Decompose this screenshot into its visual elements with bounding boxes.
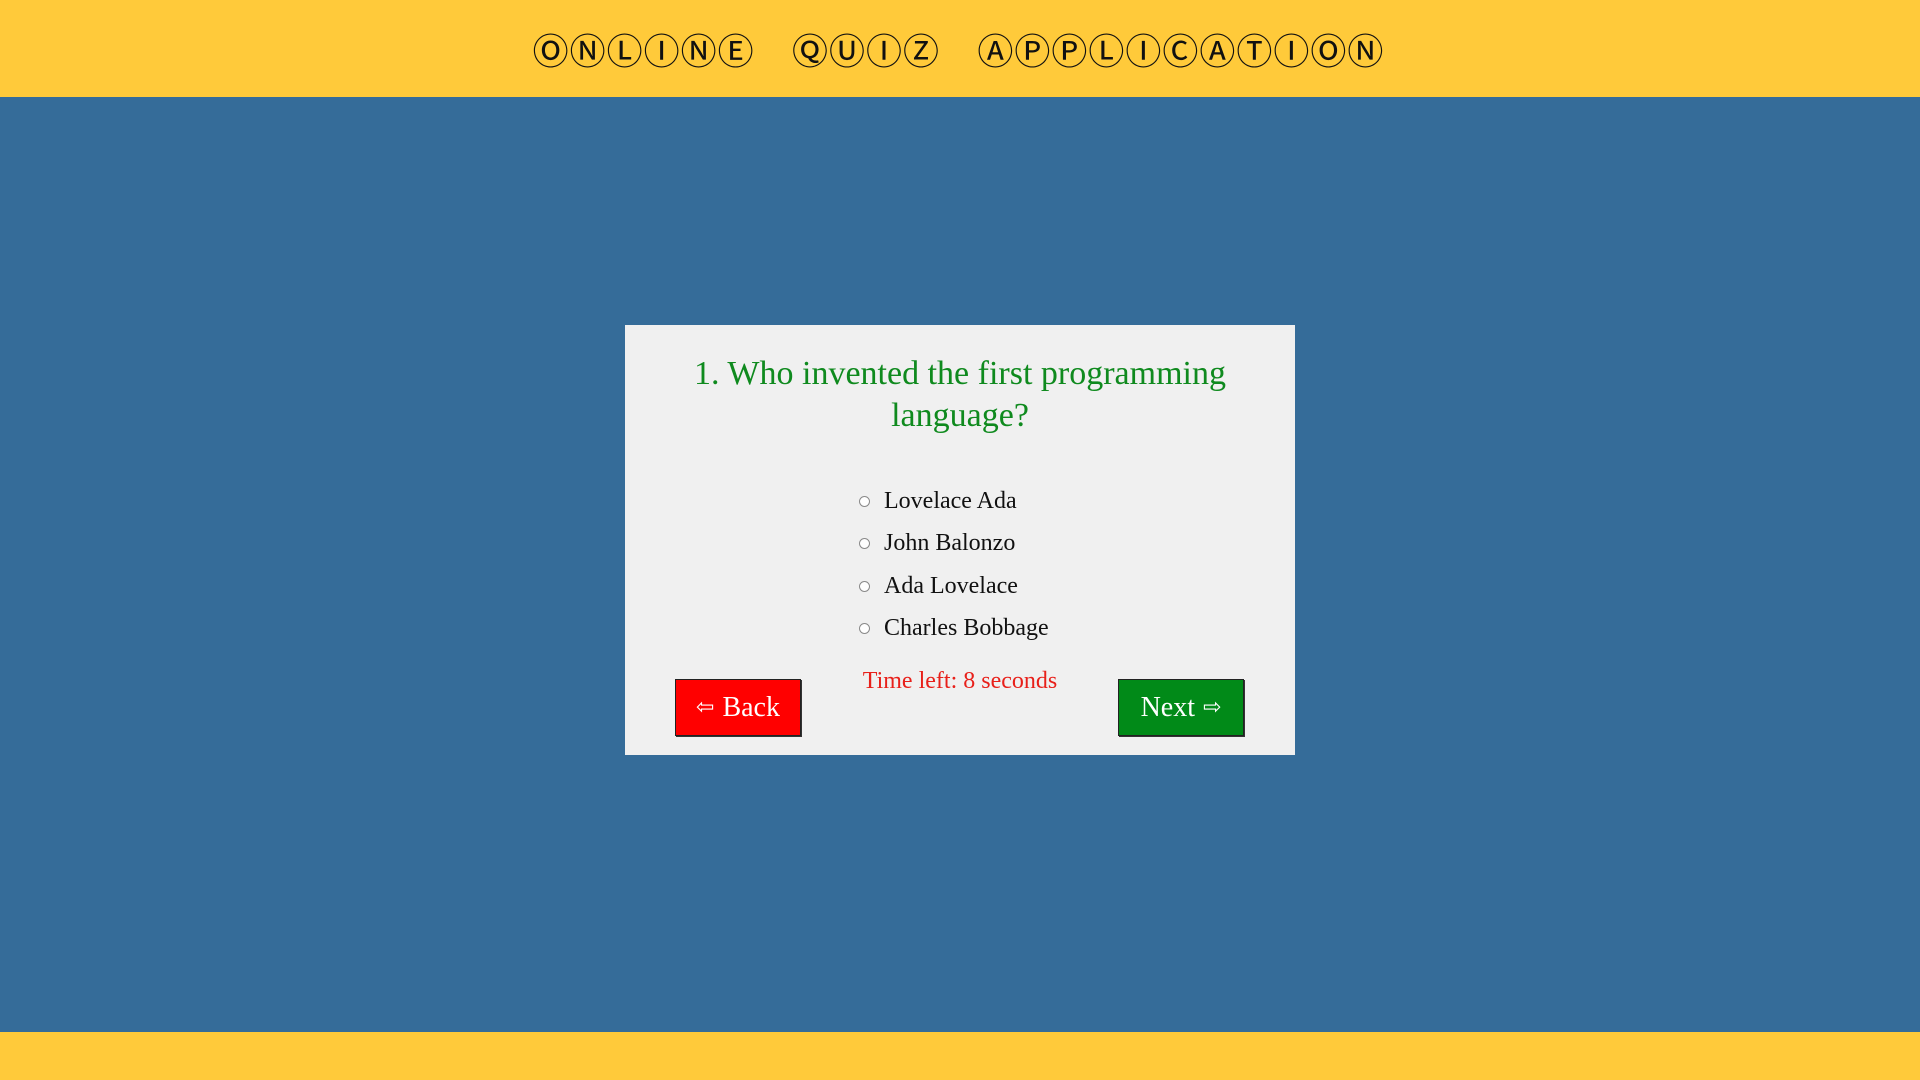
option-label: Lovelace Ada — [884, 487, 1017, 514]
option-4[interactable]: Charles Bobbage — [859, 608, 1049, 651]
question-text: 1. Who invented the first programming la… — [694, 355, 1226, 434]
footer-bar — [0, 1032, 1920, 1080]
option-label: John Balonzo — [884, 530, 1016, 557]
option-3[interactable]: Ada Lovelace — [859, 565, 1049, 608]
app-title: ⓄⓃⓁⒾⓃⒺ ⓆⓊⒾⓏ ⒶⓅⓅⓁⒾⒸⒶⓉⒾⓄⓃ — [532, 31, 1385, 73]
option-1[interactable]: Lovelace Ada — [859, 480, 1049, 523]
radio-button[interactable] — [859, 580, 870, 592]
quiz-card: 1. Who invented the first programming la… — [625, 325, 1295, 755]
option-label: Charles Bobbage — [884, 615, 1049, 642]
left-arrow-icon: ⇦ — [696, 695, 715, 720]
option-label: Ada Lovelace — [884, 572, 1018, 599]
back-button-label: Back — [722, 691, 780, 723]
back-button[interactable]: ⇦ Back — [675, 679, 801, 736]
radio-button[interactable] — [859, 495, 870, 507]
radio-button[interactable] — [859, 623, 870, 635]
next-button-label: Next — [1140, 691, 1195, 723]
right-arrow-icon: ⇨ — [1203, 695, 1222, 720]
radio-button[interactable] — [859, 538, 870, 550]
header-bar: ⓄⓃⓁⒾⓃⒺ ⓆⓊⒾⓏ ⒶⓅⓅⓁⒾⒸⒶⓉⒾⓄⓃ — [0, 0, 1920, 97]
option-2[interactable]: John Balonzo — [859, 523, 1049, 566]
next-button[interactable]: Next ⇨ — [1118, 679, 1244, 736]
answer-options: Lovelace Ada John Balonzo Ada Lovelace C… — [859, 480, 1049, 650]
